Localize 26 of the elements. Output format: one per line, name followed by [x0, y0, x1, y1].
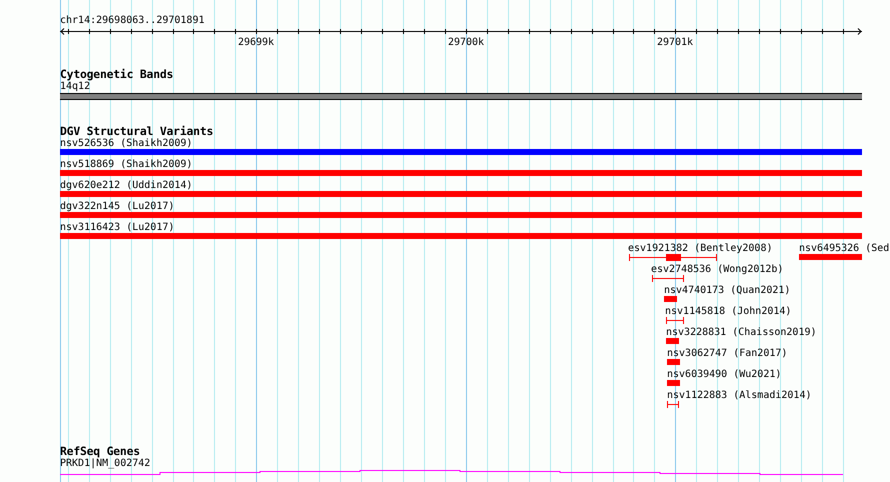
- variant-label: nsv3228831 (Chaisson2019): [666, 327, 817, 339]
- variant-interval: [652, 275, 684, 282]
- variant-label: esv1921382 (Bentley2008): [628, 243, 772, 255]
- genomic-location: chr14:29698063..29701891: [60, 15, 204, 27]
- variant-label: dgv620e212 (Uddin2014): [60, 180, 192, 192]
- variant-label: nsv4740173 (Quan2021): [664, 285, 790, 297]
- variant-interval: [666, 317, 684, 324]
- variant-label: dgv322n145 (Lu2017): [60, 201, 174, 213]
- track-title: DGV Structural Variants: [60, 125, 214, 138]
- variant-label: nsv6495326 (Sed: [799, 243, 890, 255]
- variant-interval: [667, 401, 679, 408]
- variant-label: nsv3116423 (Lu2017): [60, 222, 174, 234]
- ruler-tick-label: 29699k: [238, 37, 274, 49]
- ruler-tick-label: 29700k: [448, 37, 484, 49]
- variant-label: nsv526536 (Shaikh2009): [60, 138, 192, 150]
- variant-label: nsv1145818 (John2014): [665, 306, 792, 318]
- variant-label: nsv518869 (Shaikh2009): [60, 159, 192, 171]
- variant-label: nsv1122883 (Alsmadi2014): [667, 390, 812, 402]
- track-title: RefSeq Genes: [60, 445, 140, 458]
- gene-label: PRKD1|NM_002742: [60, 458, 150, 470]
- variant-label: nsv6039490 (Wu2021): [667, 369, 782, 381]
- track-title: Cytogenetic Bands: [60, 68, 174, 81]
- variant-label: esv2748536 (Wong2012b): [651, 264, 784, 276]
- band-label: 14q12: [60, 81, 90, 93]
- ruler-tick-label: 29701k: [656, 37, 694, 49]
- variant-label: nsv3062747 (Fan2017): [667, 348, 788, 360]
